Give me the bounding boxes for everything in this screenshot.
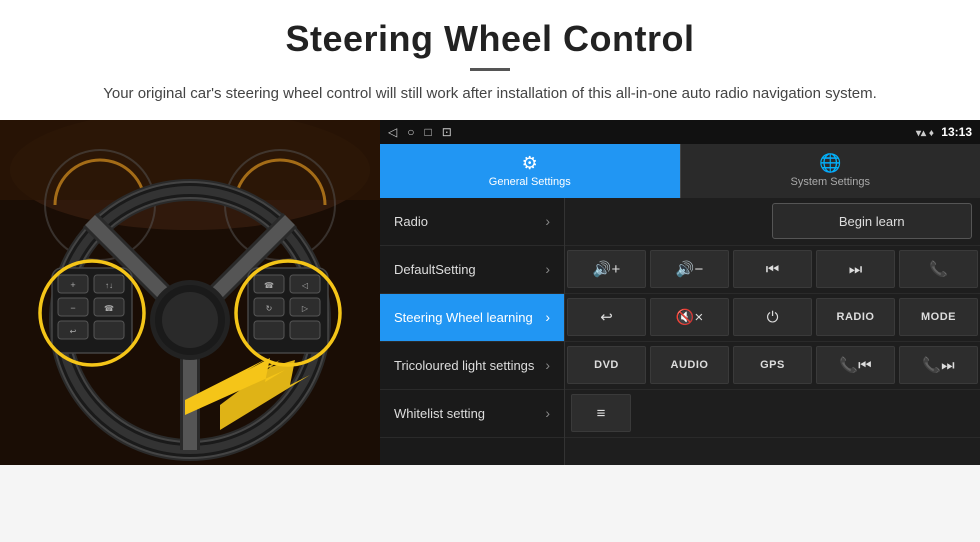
menu-item-default-setting[interactable]: DefaultSetting › <box>380 246 564 294</box>
volume-down-icon: 🔊− <box>676 260 703 278</box>
empty-spacer <box>573 198 772 245</box>
phone-next-button[interactable]: 📞⏭ <box>899 346 978 384</box>
prev-track-button[interactable]: ⏮ <box>733 250 812 288</box>
menu-item-tricoloured[interactable]: Tricoloured light settings › <box>380 342 564 390</box>
android-panel: ◁ ○ □ ⊡ ▾▴ ♦ 13:13 ⚙ General Settings 🌐 … <box>380 120 980 465</box>
page-title: Steering Wheel Control <box>40 18 940 60</box>
menu-arrow-icon: › <box>545 309 550 325</box>
svg-text:☎: ☎ <box>104 304 114 313</box>
mute-icon: 🔇× <box>676 308 703 326</box>
tab-general-settings[interactable]: ⚙ General Settings <box>380 144 680 198</box>
status-right: ▾▴ ♦ 13:13 <box>916 125 972 139</box>
prev-track-icon: ⏮ <box>766 261 780 278</box>
clock: 13:13 <box>941 125 972 139</box>
menu-steering-label: Steering Wheel learning <box>394 310 533 325</box>
svg-text:↩: ↩ <box>70 327 77 336</box>
button-row-2: ↩ 🔇× ⏻ RADIO MODE <box>565 294 980 342</box>
mode-label: MODE <box>921 311 956 323</box>
svg-text:+: + <box>70 280 75 290</box>
tab-general-label: General Settings <box>489 176 571 188</box>
begin-learn-button[interactable]: Begin learn <box>772 203 973 239</box>
left-menu: Radio › DefaultSetting › Steering Wheel … <box>380 198 565 465</box>
steering-wheel-svg: + ↑↓ − ☎ ↩ ☎ ◁ ↻ ▷ <box>0 120 380 465</box>
power-button[interactable]: ⏻ <box>733 298 812 336</box>
svg-text:↑↓: ↑↓ <box>105 281 113 290</box>
content-area: Radio › DefaultSetting › Steering Wheel … <box>380 198 980 465</box>
menu-default-label: DefaultSetting <box>394 262 476 277</box>
hang-up-button[interactable]: ↩ <box>567 298 646 336</box>
tab-bar: ⚙ General Settings 🌐 System Settings <box>380 144 980 198</box>
menu-arrow-icon: › <box>545 213 550 229</box>
phone-icon: 📞 <box>929 260 948 278</box>
right-panel: Begin learn 🔊+ 🔊− ⏮ ⏭ <box>565 198 980 465</box>
steering-wheel-image: + ↑↓ − ☎ ↩ ☎ ◁ ↻ ▷ <box>0 120 380 465</box>
dvd-label: DVD <box>594 359 619 371</box>
radio-label: RADIO <box>837 311 875 323</box>
mute-button[interactable]: 🔇× <box>650 298 729 336</box>
nav-recent-icon[interactable]: □ <box>424 125 431 139</box>
volume-down-button[interactable]: 🔊− <box>650 250 729 288</box>
page-description: Your original car's steering wheel contr… <box>40 83 940 106</box>
menu-tricoloured-label: Tricoloured light settings <box>394 358 534 373</box>
nav-back-icon[interactable]: ◁ <box>388 125 397 139</box>
globe-icon: 🌐 <box>819 153 841 174</box>
title-divider <box>470 68 510 71</box>
next-track-icon: ⏭ <box>849 261 863 278</box>
tab-system-label: System Settings <box>791 176 870 188</box>
menu-arrow-icon: › <box>545 405 550 421</box>
mode-button[interactable]: MODE <box>899 298 978 336</box>
button-row-4: ≡ <box>565 390 980 438</box>
svg-text:▷: ▷ <box>302 304 309 313</box>
gps-label: GPS <box>760 359 785 371</box>
menu-item-whitelist[interactable]: Whitelist setting › <box>380 390 564 438</box>
next-track-button[interactable]: ⏭ <box>816 250 895 288</box>
menu-icon: ≡ <box>597 405 606 422</box>
menu-whitelist-label: Whitelist setting <box>394 406 485 421</box>
button-row-1: 🔊+ 🔊− ⏮ ⏭ 📞 <box>565 246 980 294</box>
gear-icon: ⚙ <box>522 153 538 174</box>
hang-up-icon: ↩ <box>600 308 613 326</box>
menu-item-radio[interactable]: Radio › <box>380 198 564 246</box>
volume-up-icon: 🔊+ <box>593 260 620 278</box>
phone-prev-button[interactable]: 📞⏮ <box>816 346 895 384</box>
dvd-button[interactable]: DVD <box>567 346 646 384</box>
svg-text:☎: ☎ <box>264 281 274 290</box>
begin-learn-row: Begin learn <box>565 198 980 246</box>
menu-arrow-icon: › <box>545 261 550 277</box>
menu-item-steering-wheel[interactable]: Steering Wheel learning › <box>380 294 564 342</box>
gps-button[interactable]: GPS <box>733 346 812 384</box>
page-header: Steering Wheel Control Your original car… <box>0 0 980 120</box>
nav-home-icon[interactable]: ○ <box>407 125 414 139</box>
phone-prev-icon: 📞⏮ <box>839 356 871 374</box>
svg-text:−: − <box>70 303 75 313</box>
phone-next-icon: 📞⏭ <box>922 356 954 374</box>
volume-up-button[interactable]: 🔊+ <box>567 250 646 288</box>
button-row-3: DVD AUDIO GPS 📞⏮ 📞⏭ <box>565 342 980 390</box>
svg-text:↻: ↻ <box>266 304 273 313</box>
phone-answer-button[interactable]: 📞 <box>899 250 978 288</box>
audio-button[interactable]: AUDIO <box>650 346 729 384</box>
radio-button[interactable]: RADIO <box>816 298 895 336</box>
tab-system-settings[interactable]: 🌐 System Settings <box>680 144 980 198</box>
signal-icons: ▾▴ ♦ <box>916 128 934 139</box>
menu-arrow-icon: › <box>545 357 550 373</box>
menu-radio-label: Radio <box>394 214 428 229</box>
audio-label: AUDIO <box>671 359 709 371</box>
main-content: + ↑↓ − ☎ ↩ ☎ ◁ ↻ ▷ <box>0 120 980 465</box>
extra-menu-button[interactable]: ≡ <box>571 394 631 432</box>
svg-text:◁: ◁ <box>302 281 309 290</box>
nav-buttons: ◁ ○ □ ⊡ <box>388 125 452 139</box>
status-bar: ◁ ○ □ ⊡ ▾▴ ♦ 13:13 <box>380 120 980 144</box>
nav-extra-icon[interactable]: ⊡ <box>442 125 452 139</box>
power-icon: ⏻ <box>767 309 779 326</box>
